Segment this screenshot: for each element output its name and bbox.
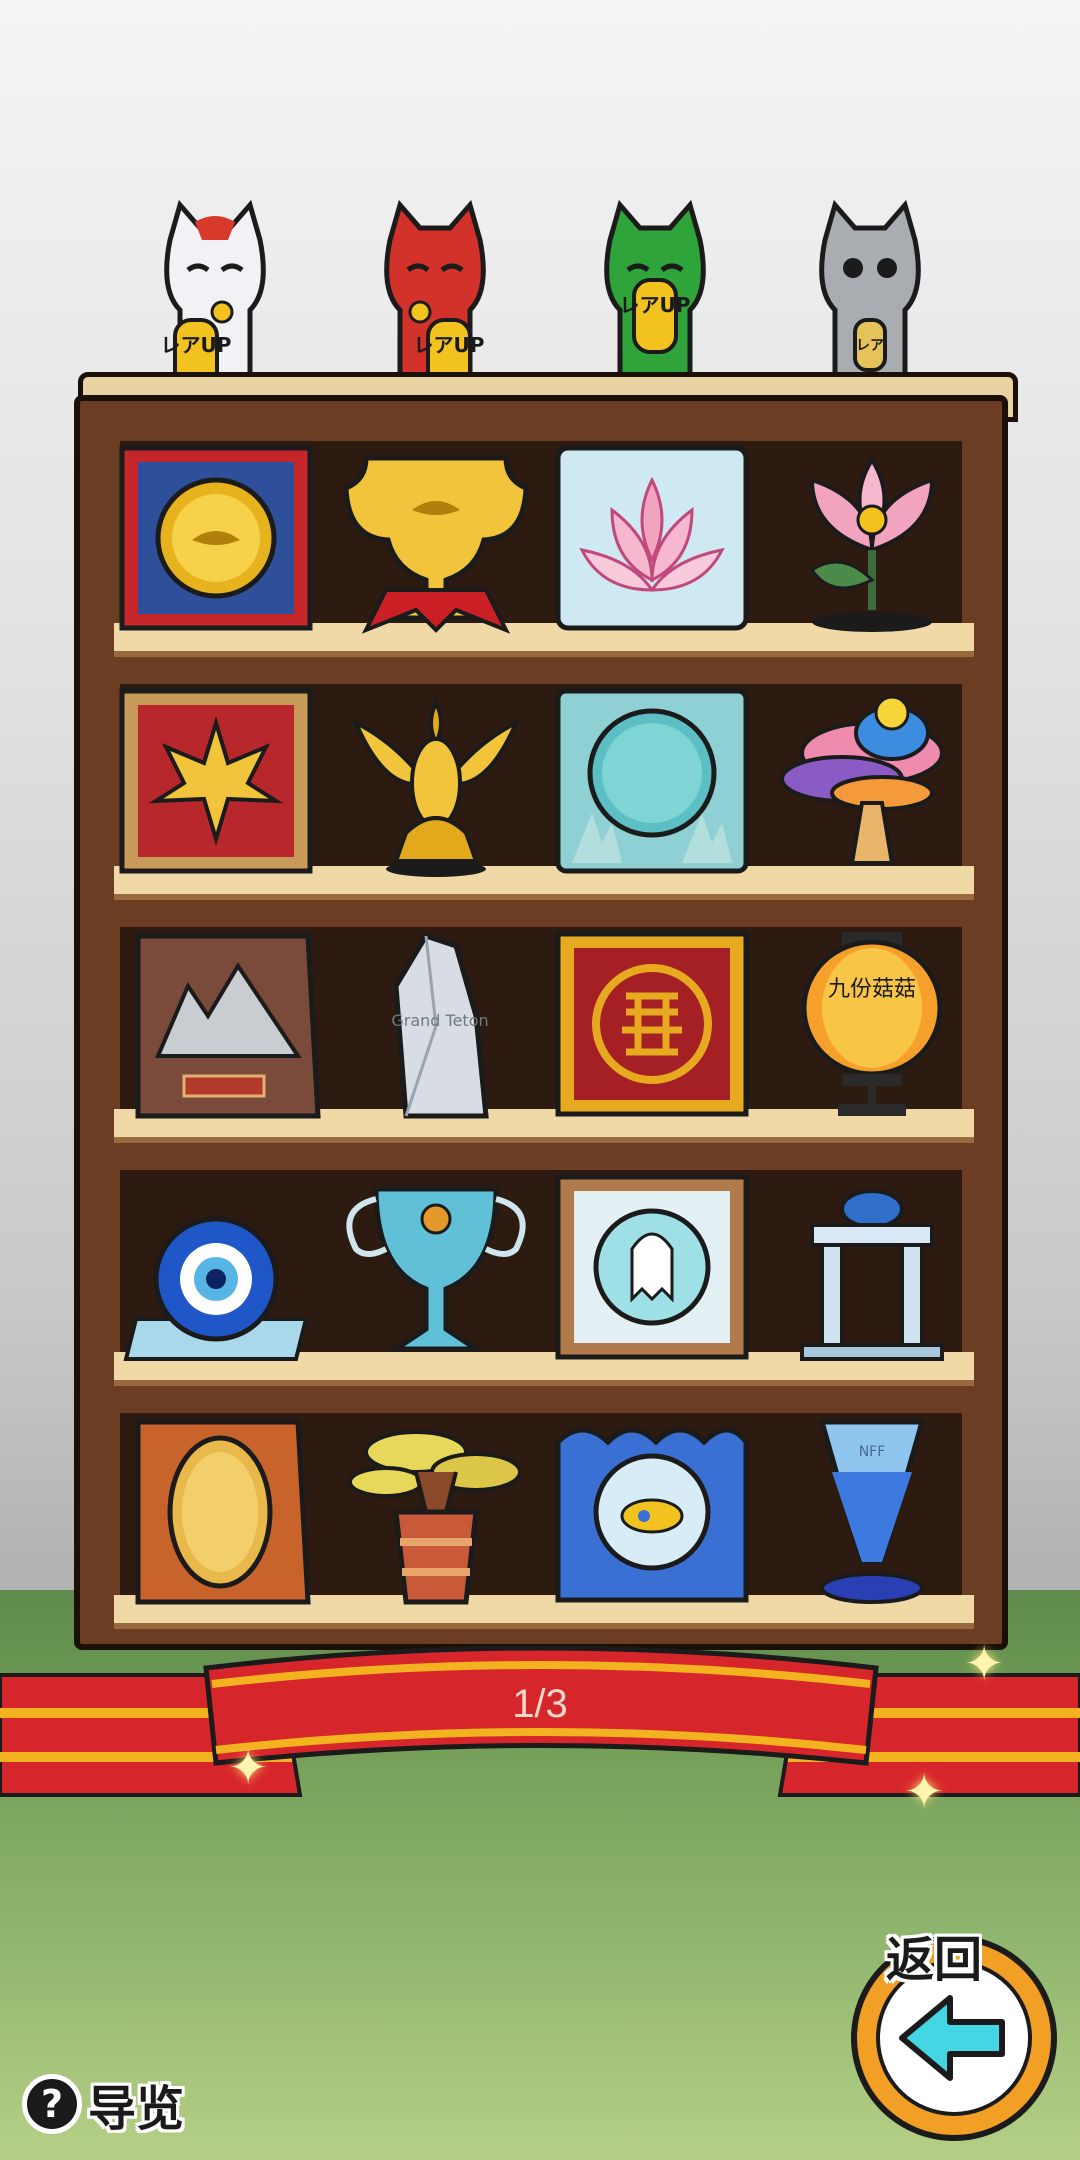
page-indicator: 1/3	[512, 1682, 568, 1726]
golden-phoenix-statue-icon[interactable]	[336, 683, 536, 883]
guide-button[interactable]: ? 导览	[22, 2068, 184, 2140]
lotus-flower-statue-icon[interactable]	[772, 440, 972, 640]
lotus-plaque-icon[interactable]	[552, 440, 752, 640]
submarine-wave-plaque-icon[interactable]	[552, 1412, 752, 1612]
white-maneki-neko-icon[interactable]: レアUP	[150, 200, 280, 400]
back-label: 返回	[886, 1932, 983, 1988]
silver-maneki-neko-icon[interactable]: レア	[805, 200, 935, 400]
svg-text:レア: レア	[856, 338, 884, 354]
help-icon: ?	[22, 2074, 82, 2134]
maple-leaf-frame-icon[interactable]	[116, 683, 316, 883]
double-happiness-frame-icon[interactable]	[552, 926, 752, 1126]
svg-text:レアUP: レアUP	[414, 333, 485, 357]
sparkle-icon: ✦	[228, 1740, 269, 1796]
gold-medal-frame-icon[interactable]	[116, 440, 316, 640]
grand-teton-crystal-icon[interactable]: Grand Teton	[336, 926, 536, 1126]
chinese-lantern-icon[interactable]: 九份菇菇	[772, 926, 972, 1126]
blue-glass-vase-icon[interactable]: NFF	[772, 1412, 972, 1612]
white-gazebo-icon[interactable]	[772, 1169, 972, 1369]
guide-label: 导览	[88, 2081, 185, 2137]
green-maneki-neko-icon[interactable]: レアUP	[590, 200, 720, 400]
madagascar-coin-plaque-icon[interactable]	[128, 1412, 328, 1612]
sparkle-icon: ✦	[904, 1764, 945, 1820]
blue-crystal-trophy-icon[interactable]	[336, 1169, 536, 1369]
svg-text:九份菇菇: 九份菇菇	[828, 977, 916, 1002]
svg-text:レアUP: レアUP	[161, 333, 232, 357]
gold-trophy-cup-icon[interactable]	[336, 440, 536, 640]
ghost-portrait-frame-icon[interactable]	[552, 1169, 752, 1369]
mountain-plaque-icon[interactable]	[128, 926, 328, 1126]
sparkle-icon: ✦	[964, 1636, 1005, 1692]
coral-reef-ornament-icon[interactable]	[772, 683, 972, 883]
coral-mirror-plaque-icon[interactable]	[552, 683, 752, 883]
svg-text:Grand Teton: Grand Teton	[391, 1011, 488, 1030]
evil-eye-ornament-icon[interactable]	[116, 1169, 316, 1369]
svg-text:レアUP: レアUP	[620, 293, 691, 317]
svg-text:NFF: NFF	[859, 1444, 886, 1460]
baobab-bonsai-icon[interactable]	[336, 1412, 536, 1612]
red-maneki-neko-icon[interactable]: レアUP	[370, 200, 500, 400]
